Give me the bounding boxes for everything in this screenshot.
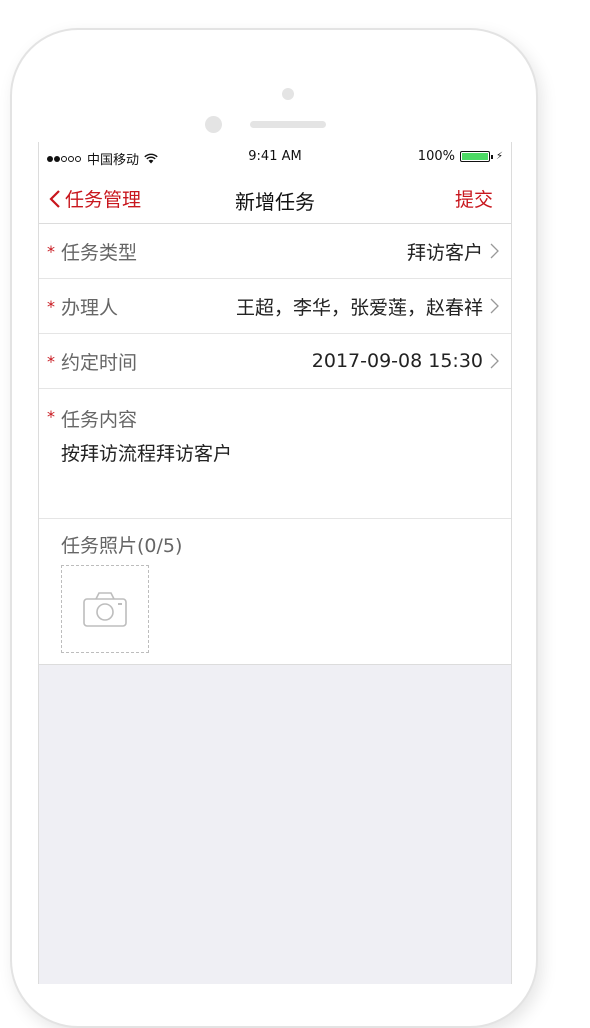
status-right: 100% ⚡ <box>418 149 503 164</box>
navigation-bar: 任务管理 新增任务 提交 <box>39 172 511 224</box>
task-type-value: 拜访客户 <box>406 241 483 264</box>
screen: 中国移动 9:41 AM 100% ⚡ 任务管理 新增任务 提交 * 任务类型 … <box>38 142 512 984</box>
task-photos-row: 任务照片(0/5) <box>39 519 511 665</box>
handler-value: 王超，李华，张爱莲，赵春祥 <box>235 296 483 319</box>
task-content-field[interactable]: 按拜访流程拜访客户 <box>61 439 232 466</box>
required-marker: * <box>47 407 55 426</box>
camera-dot <box>282 88 294 100</box>
add-photo-button[interactable] <box>61 565 149 653</box>
required-marker: * <box>47 351 55 371</box>
appointment-time-value: 2017-09-08 15:30 <box>311 350 483 372</box>
front-sensor <box>205 116 222 133</box>
handler-label: 办理人 <box>61 296 119 319</box>
handler-row[interactable]: * 办理人 王超，李华，张爱莲，赵春祥 <box>39 279 511 334</box>
task-type-label: 任务类型 <box>61 241 138 264</box>
appointment-time-row[interactable]: * 约定时间 2017-09-08 15:30 <box>39 334 511 389</box>
chevron-right-icon <box>490 353 499 369</box>
task-content-row: * 任务内容 按拜访流程拜访客户 <box>39 389 511 519</box>
camera-icon <box>83 592 127 627</box>
earpiece-speaker <box>250 121 326 128</box>
battery-percent: 100% <box>417 149 455 164</box>
charging-bolt-icon: ⚡ <box>495 151 503 162</box>
task-photos-label: 任务照片(0/5) <box>61 535 183 557</box>
status-bar: 中国移动 9:41 AM 100% ⚡ <box>39 142 511 172</box>
page-title: 新增任务 <box>235 190 315 214</box>
chevron-right-icon <box>490 243 499 259</box>
task-content-label: 任务内容 <box>61 409 138 431</box>
task-form: * 任务类型 拜访客户 * 办理人 王超，李华，张爱莲，赵春祥 * 约定时间 2… <box>39 224 511 665</box>
battery-icon <box>459 151 493 162</box>
appointment-time-label: 约定时间 <box>61 351 138 374</box>
required-marker: * <box>47 241 55 261</box>
task-type-row[interactable]: * 任务类型 拜访客户 <box>39 224 511 279</box>
submit-button[interactable]: 提交 <box>455 185 493 212</box>
chevron-right-icon <box>490 298 499 314</box>
required-marker: * <box>47 296 55 316</box>
